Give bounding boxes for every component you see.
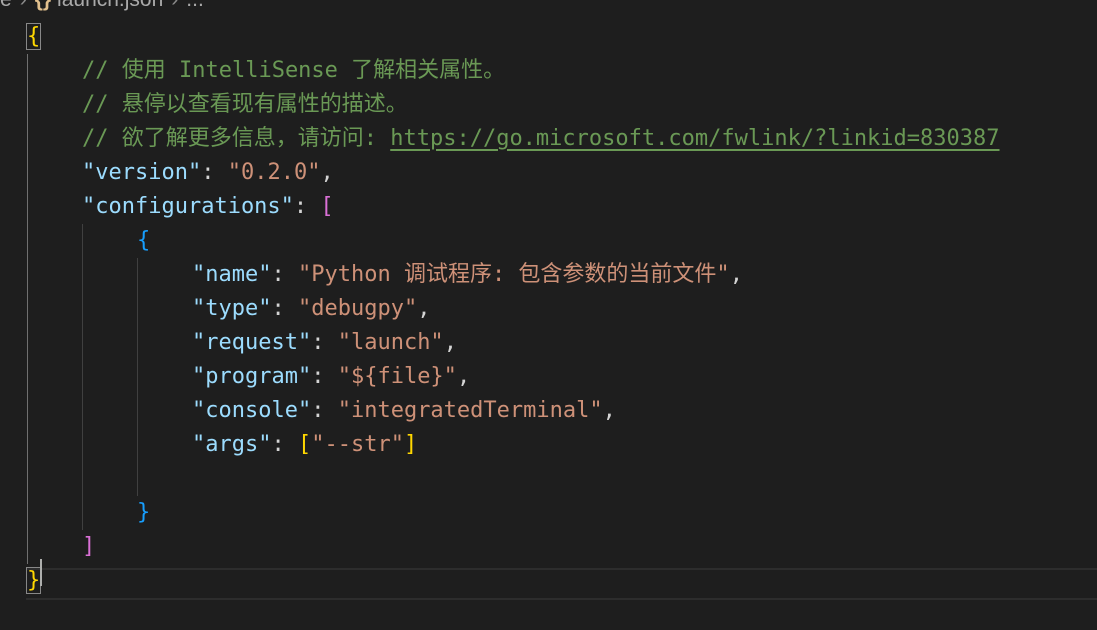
text-cursor [40,559,42,586]
json-value: "Python 调试程序: 包含参数的当前文件" [297,262,730,287]
breadcrumb-file[interactable]: launch.json [57,0,163,11]
close-bracket: ] [82,534,96,559]
docs-link[interactable]: https://go.microsoft.com/fwlink/?linkid=… [390,126,999,151]
indent-guide [137,258,138,496]
json-value: "integratedTerminal" [337,398,603,423]
close-bracket: ] [403,432,418,457]
open-brace: { [137,228,151,253]
code-line-4[interactable]: // 欲了解更多信息，请访问: https://go.microsoft.com… [82,122,1097,156]
comment-line: // 欲了解更多信息，请访问: [82,126,391,151]
code-line-9[interactable]: "type": "debugpy", [192,292,1097,326]
comment-line: // 使用 IntelliSense 了解相关属性。 [82,58,506,83]
code-line-15[interactable]: } [137,496,1097,530]
json-value: "launch" [337,330,444,355]
code-line-14[interactable] [192,462,1097,496]
open-bracket: [ [297,432,312,457]
code-line-16[interactable]: ] [82,530,1097,564]
code-line-5[interactable]: "version": "0.2.0", [82,156,1097,190]
code-line-6[interactable]: "configurations": [ [82,190,1097,224]
breadcrumb: e › {} launch.json ›... [0,0,204,13]
code-line-8[interactable]: "name": "Python 调试程序: 包含参数的当前文件", [192,258,1097,292]
close-brace: } [137,500,151,525]
code-editor[interactable]: { // 使用 IntelliSense 了解相关属性。 // 悬停以查看现有属… [0,20,1097,630]
json-key: "args" [192,432,272,457]
json-key: "name" [192,262,272,287]
code-line-3[interactable]: // 悬停以查看现有属性的描述。 [82,88,1097,122]
close-brace: } [25,567,42,594]
chevron-right-icon: › [20,0,27,11]
breadcrumb-prev[interactable]: e [0,0,12,11]
json-key: "type" [192,296,272,321]
indent-guide [82,224,83,530]
json-value: "${file}" [337,364,457,389]
code-line-11[interactable]: "program": "${file}", [192,360,1097,394]
json-value: "debugpy" [297,296,418,321]
indent-guide [27,54,28,564]
json-key: "version" [82,160,202,185]
code-line-2[interactable]: // 使用 IntelliSense 了解相关属性。 [82,54,1097,88]
code-line-17[interactable]: } [25,564,1097,598]
comment-line: // 悬停以查看现有属性的描述。 [82,92,408,117]
code-line-1[interactable]: { [25,20,1097,54]
json-value: "--str" [311,432,404,457]
code-line-12[interactable]: "console": "integratedTerminal", [192,394,1097,428]
open-bracket: [ [320,194,334,219]
json-key: "request" [192,330,312,355]
json-file-icon: {} [35,0,51,11]
chevron-right-icon: › [171,0,178,11]
json-key: "configurations" [82,194,294,219]
code-line-10[interactable]: "request": "launch", [192,326,1097,360]
code-line-7[interactable]: { [137,224,1097,258]
open-brace: { [25,23,42,50]
json-key: "program" [192,364,312,389]
json-value: "0.2.0" [227,160,321,185]
breadcrumb-more[interactable]: ... [186,0,204,11]
json-key: "console" [192,398,312,423]
code-line-13[interactable]: "args": ["--str"] [192,428,1097,462]
